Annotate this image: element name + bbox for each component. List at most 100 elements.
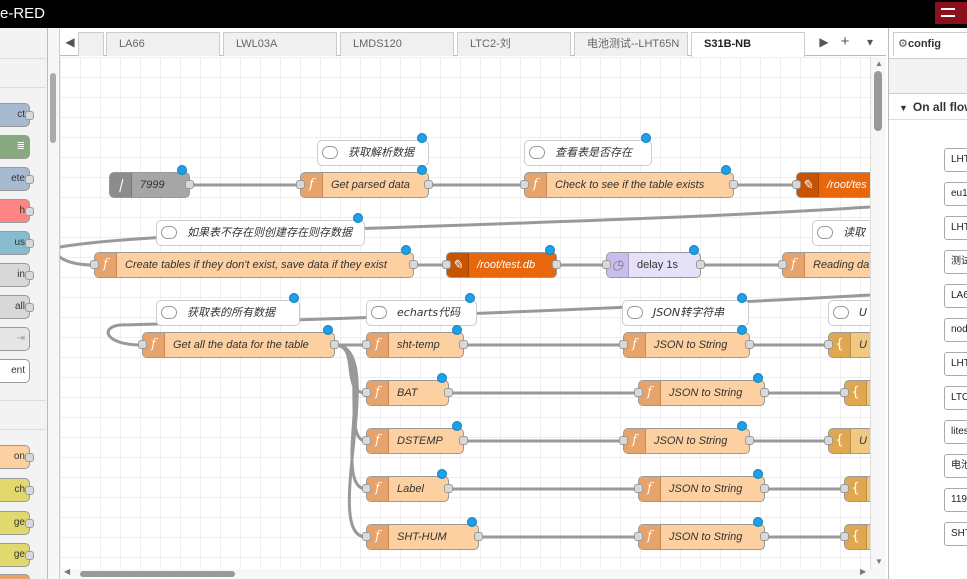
node-output-port[interactable] (459, 340, 468, 349)
function-node[interactable]: f JSON to String (638, 524, 765, 550)
node-output-port[interactable] (444, 484, 453, 493)
scroll-right-icon[interactable]: ▶ (860, 567, 866, 576)
tab-scroll-left-icon[interactable]: ◀ (62, 28, 78, 56)
palette-scroll-thumb[interactable] (50, 73, 56, 143)
node-output-port[interactable] (185, 180, 194, 189)
node-output-port[interactable] (444, 388, 453, 397)
function-node[interactable]: f Get parsed data (300, 172, 429, 198)
tab-workspace[interactable]: 电池测试--LHT65N (574, 32, 688, 56)
tab-workspace[interactable]: LTC2-刘 (457, 32, 571, 56)
config-node-item[interactable]: LTC (944, 386, 967, 410)
node-input-port[interactable] (362, 388, 371, 397)
flow-canvas[interactable]: 获取解析数据 查看表是否存在 如果表不存在则创建存在则存数据 读取 获取表的所有… (60, 57, 870, 569)
function-node[interactable]: f BAT (366, 380, 449, 406)
node-output-port[interactable] (696, 260, 705, 269)
config-node-item[interactable]: LA6 (944, 284, 967, 308)
canvas-vertical-scrollbar[interactable]: ▲ ▼ (870, 57, 886, 569)
config-node-item[interactable]: lites (944, 420, 967, 444)
config-node-item[interactable]: 电池 (944, 454, 967, 478)
palette-category-header[interactable] (0, 58, 46, 88)
comment-node[interactable]: echarts代码 (366, 300, 477, 326)
comment-node[interactable]: 获取解析数据 (317, 140, 429, 166)
tab-workspace-active[interactable]: S31B-NB (691, 32, 805, 57)
function-node[interactable]: f sht-temp (366, 332, 464, 358)
comment-node[interactable]: 如果表不存在则创建存在则存数据 (156, 220, 365, 246)
tab-workspace[interactable]: LMDS120 (340, 32, 454, 56)
palette-node[interactable]: ≣ (0, 135, 30, 159)
node-input-port[interactable] (362, 340, 371, 349)
node-input-port[interactable] (362, 532, 371, 541)
horizontal-scroll-thumb[interactable] (80, 571, 235, 577)
config-node-item[interactable]: nod (944, 318, 967, 342)
function-node[interactable]: f JSON to String (638, 476, 765, 502)
vertical-scroll-thumb[interactable] (874, 71, 882, 131)
node-input-port[interactable] (602, 260, 611, 269)
tab-scroll-right-icon[interactable]: ▶ (816, 28, 832, 56)
palette-node[interactable]: ent (0, 359, 30, 383)
node-input-port[interactable] (90, 260, 99, 269)
node-output-port[interactable] (760, 388, 769, 397)
node-input-port[interactable] (138, 340, 147, 349)
inject-node[interactable]: ❘ 7999 (109, 172, 190, 198)
node-input-port[interactable] (619, 436, 628, 445)
function-node[interactable]: f Get all the data for the table (142, 332, 335, 358)
function-node[interactable]: f Reading da (782, 252, 870, 278)
sqlite-node[interactable]: ✎/root/tes (796, 172, 870, 198)
scroll-down-icon[interactable]: ▼ (875, 557, 883, 566)
node-input-port[interactable] (840, 484, 849, 493)
node-output-port[interactable] (760, 532, 769, 541)
node-input-port[interactable] (778, 260, 787, 269)
node-input-port[interactable] (824, 436, 833, 445)
template-node[interactable]: {U (828, 428, 870, 454)
node-input-port[interactable] (362, 436, 371, 445)
comment-node[interactable]: 获取表的所有数据 (156, 300, 300, 326)
node-input-port[interactable] (634, 532, 643, 541)
node-input-port[interactable] (442, 260, 451, 269)
config-node-item[interactable]: LHT (944, 148, 967, 172)
section-header-all-flows[interactable]: ▼ On all flow (889, 94, 967, 120)
palette-category-header[interactable] (0, 400, 46, 430)
canvas-horizontal-scrollbar[interactable]: ◀ ▶ (60, 567, 886, 579)
comment-node[interactable]: U (828, 300, 870, 326)
node-output-port[interactable] (760, 484, 769, 493)
node-input-port[interactable] (520, 180, 529, 189)
node-input-port[interactable] (840, 388, 849, 397)
tab-menu-icon[interactable]: ▾ (862, 28, 878, 56)
add-tab-icon[interactable]: + (837, 28, 853, 56)
node-output-port[interactable] (745, 436, 754, 445)
tab-workspace[interactable] (78, 32, 104, 56)
node-input-port[interactable] (362, 484, 371, 493)
palette-node[interactable]: ⇥ (0, 327, 30, 351)
scroll-up-icon[interactable]: ▲ (875, 59, 883, 68)
config-node-item[interactable]: 测试 (944, 250, 967, 274)
comment-node[interactable]: JSON转字符串 (622, 300, 749, 326)
function-node[interactable]: f DSTEMP (366, 428, 464, 454)
node-input-port[interactable] (792, 180, 801, 189)
config-node-item[interactable]: LHT (944, 216, 967, 240)
node-input-port[interactable] (296, 180, 305, 189)
node-output-port[interactable] (474, 532, 483, 541)
sqlite-node[interactable]: ✎/root/test.db (446, 252, 557, 278)
node-output-port[interactable] (424, 180, 433, 189)
function-node[interactable]: f Create tables if they don't exist, save… (94, 252, 414, 278)
comment-node[interactable]: 查看表是否存在 (524, 140, 652, 166)
palette-scrollbar[interactable] (48, 28, 60, 579)
tab-workspace[interactable]: LWL03A (223, 32, 337, 56)
config-node-item[interactable]: 119 (944, 488, 967, 512)
palette-node[interactable] (0, 574, 30, 579)
node-output-port[interactable] (552, 260, 561, 269)
node-output-port[interactable] (330, 340, 339, 349)
function-node[interactable]: f Label (366, 476, 449, 502)
scroll-left-icon[interactable]: ◀ (64, 567, 70, 576)
config-node-item[interactable]: SHT (944, 522, 967, 546)
function-node[interactable]: f Check to see if the table exists (524, 172, 734, 198)
node-input-port[interactable] (824, 340, 833, 349)
node-input-port[interactable] (619, 340, 628, 349)
function-node[interactable]: f SHT-HUM (366, 524, 479, 550)
deploy-button[interactable] (935, 2, 967, 24)
tab-workspace[interactable]: LA66 (106, 32, 220, 56)
node-input-port[interactable] (634, 484, 643, 493)
config-node-item[interactable]: eu1 (944, 182, 967, 206)
node-output-port[interactable] (409, 260, 418, 269)
template-node[interactable]: {U (828, 332, 870, 358)
